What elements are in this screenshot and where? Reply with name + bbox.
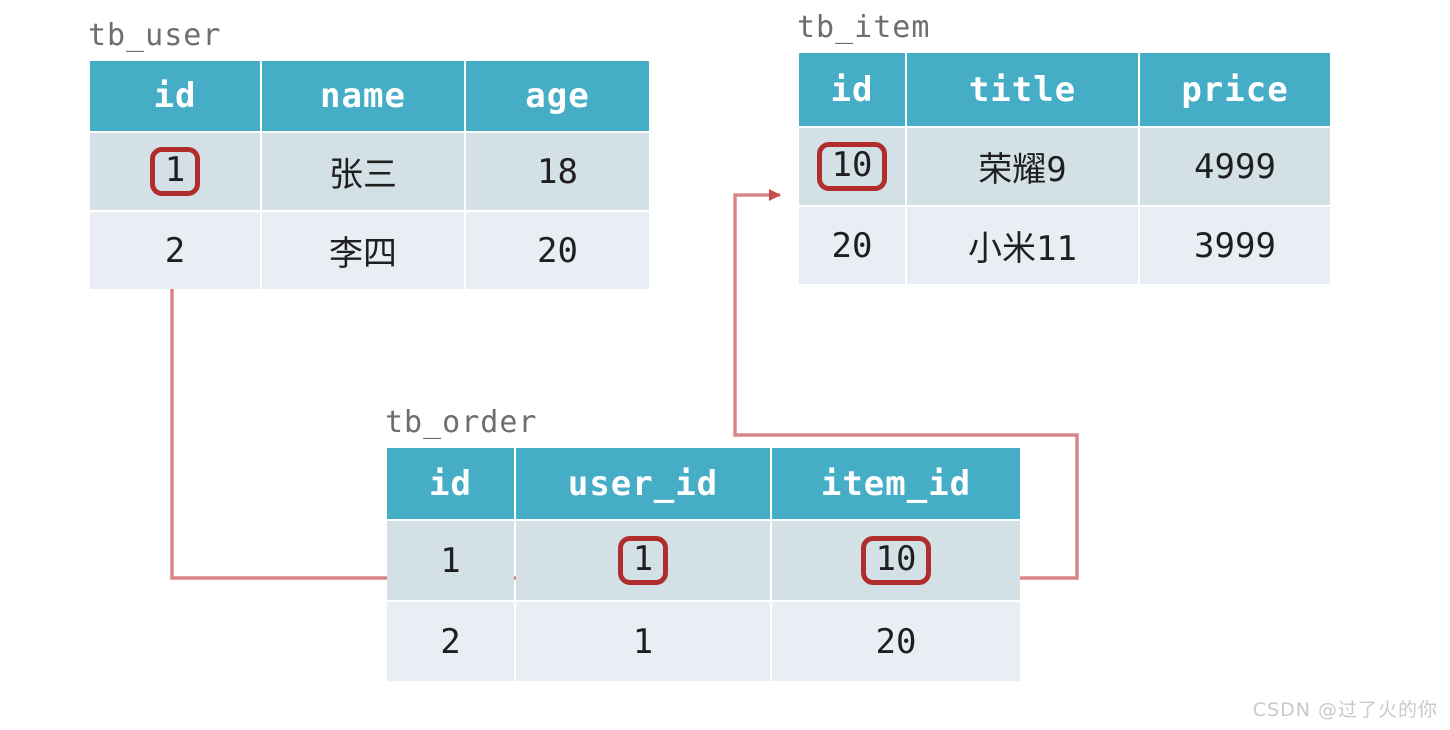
table-row: 20 小米11 3999 xyxy=(799,207,1330,284)
table-row: 1 1 10 xyxy=(387,521,1020,600)
table-title-tb-user: tb_user xyxy=(88,18,222,53)
table-row: 2 李四 20 xyxy=(90,212,649,289)
column-header-item-title: title xyxy=(907,53,1138,126)
highlight-box-item-id: 10 xyxy=(816,141,888,192)
table-row: 10 荣耀9 4999 xyxy=(799,128,1330,205)
cell-item-title-2: 小米11 xyxy=(907,207,1138,284)
table-title-tb-item: tb_item xyxy=(797,10,931,45)
table-header-row: id user_id item_id xyxy=(387,448,1020,519)
column-header-user-name: name xyxy=(262,61,464,131)
table-row: 2 1 20 xyxy=(387,602,1020,681)
table-grid-tb-item: id title price 10 荣耀9 4999 20 小米11 3999 xyxy=(797,51,1332,286)
table-grid-tb-order: id user_id item_id 1 1 10 2 1 20 xyxy=(385,446,1022,683)
cell-order-id-2: 2 xyxy=(387,602,514,681)
cell-order-item-id-2: 20 xyxy=(772,602,1020,681)
highlight-box-user-id: 1 xyxy=(149,146,201,197)
cell-order-user-id-2: 1 xyxy=(516,602,770,681)
column-header-user-id: id xyxy=(90,61,260,131)
diagram-canvas: tb_user id name age 1 张三 18 2 李四 20 tb_i… xyxy=(0,0,1450,730)
cell-user-id-1: 1 xyxy=(90,133,260,210)
table-title-tb-order: tb_order xyxy=(385,405,538,440)
cell-item-price-2: 3999 xyxy=(1140,207,1330,284)
column-header-order-item-id: item_id xyxy=(772,448,1020,519)
cell-item-price-1: 4999 xyxy=(1140,128,1330,205)
cell-item-title-1: 荣耀9 xyxy=(907,128,1138,205)
cell-user-name-2: 李四 xyxy=(262,212,464,289)
watermark: CSDN @过了火的你 xyxy=(1252,699,1438,721)
cell-user-age-2: 20 xyxy=(466,212,649,289)
cell-user-name-1: 张三 xyxy=(262,133,464,210)
table-grid-tb-user: id name age 1 张三 18 2 李四 20 xyxy=(88,59,651,291)
table-header-row: id name age xyxy=(90,61,649,131)
column-header-order-id: id xyxy=(387,448,514,519)
column-header-item-id: id xyxy=(799,53,905,126)
table-tb-item: tb_item id title price 10 荣耀9 4999 20 小米… xyxy=(797,10,1332,286)
table-tb-user: tb_user id name age 1 张三 18 2 李四 20 xyxy=(88,18,651,291)
highlight-box-order-item-id: 10 xyxy=(860,535,932,586)
cell-user-id-2: 2 xyxy=(90,212,260,289)
column-header-order-user-id: user_id xyxy=(516,448,770,519)
table-row: 1 张三 18 xyxy=(90,133,649,210)
table-header-row: id title price xyxy=(799,53,1330,126)
column-header-item-price: price xyxy=(1140,53,1330,126)
cell-order-item-id-1: 10 xyxy=(772,521,1020,600)
cell-order-user-id-1: 1 xyxy=(516,521,770,600)
cell-item-id-20: 20 xyxy=(799,207,905,284)
table-tb-order: tb_order id user_id item_id 1 1 10 2 1 2… xyxy=(385,405,1022,683)
cell-user-age-1: 18 xyxy=(466,133,649,210)
highlight-box-order-user-id: 1 xyxy=(617,535,669,586)
cell-item-id-10: 10 xyxy=(799,128,905,205)
column-header-user-age: age xyxy=(466,61,649,131)
cell-order-id-1: 1 xyxy=(387,521,514,600)
